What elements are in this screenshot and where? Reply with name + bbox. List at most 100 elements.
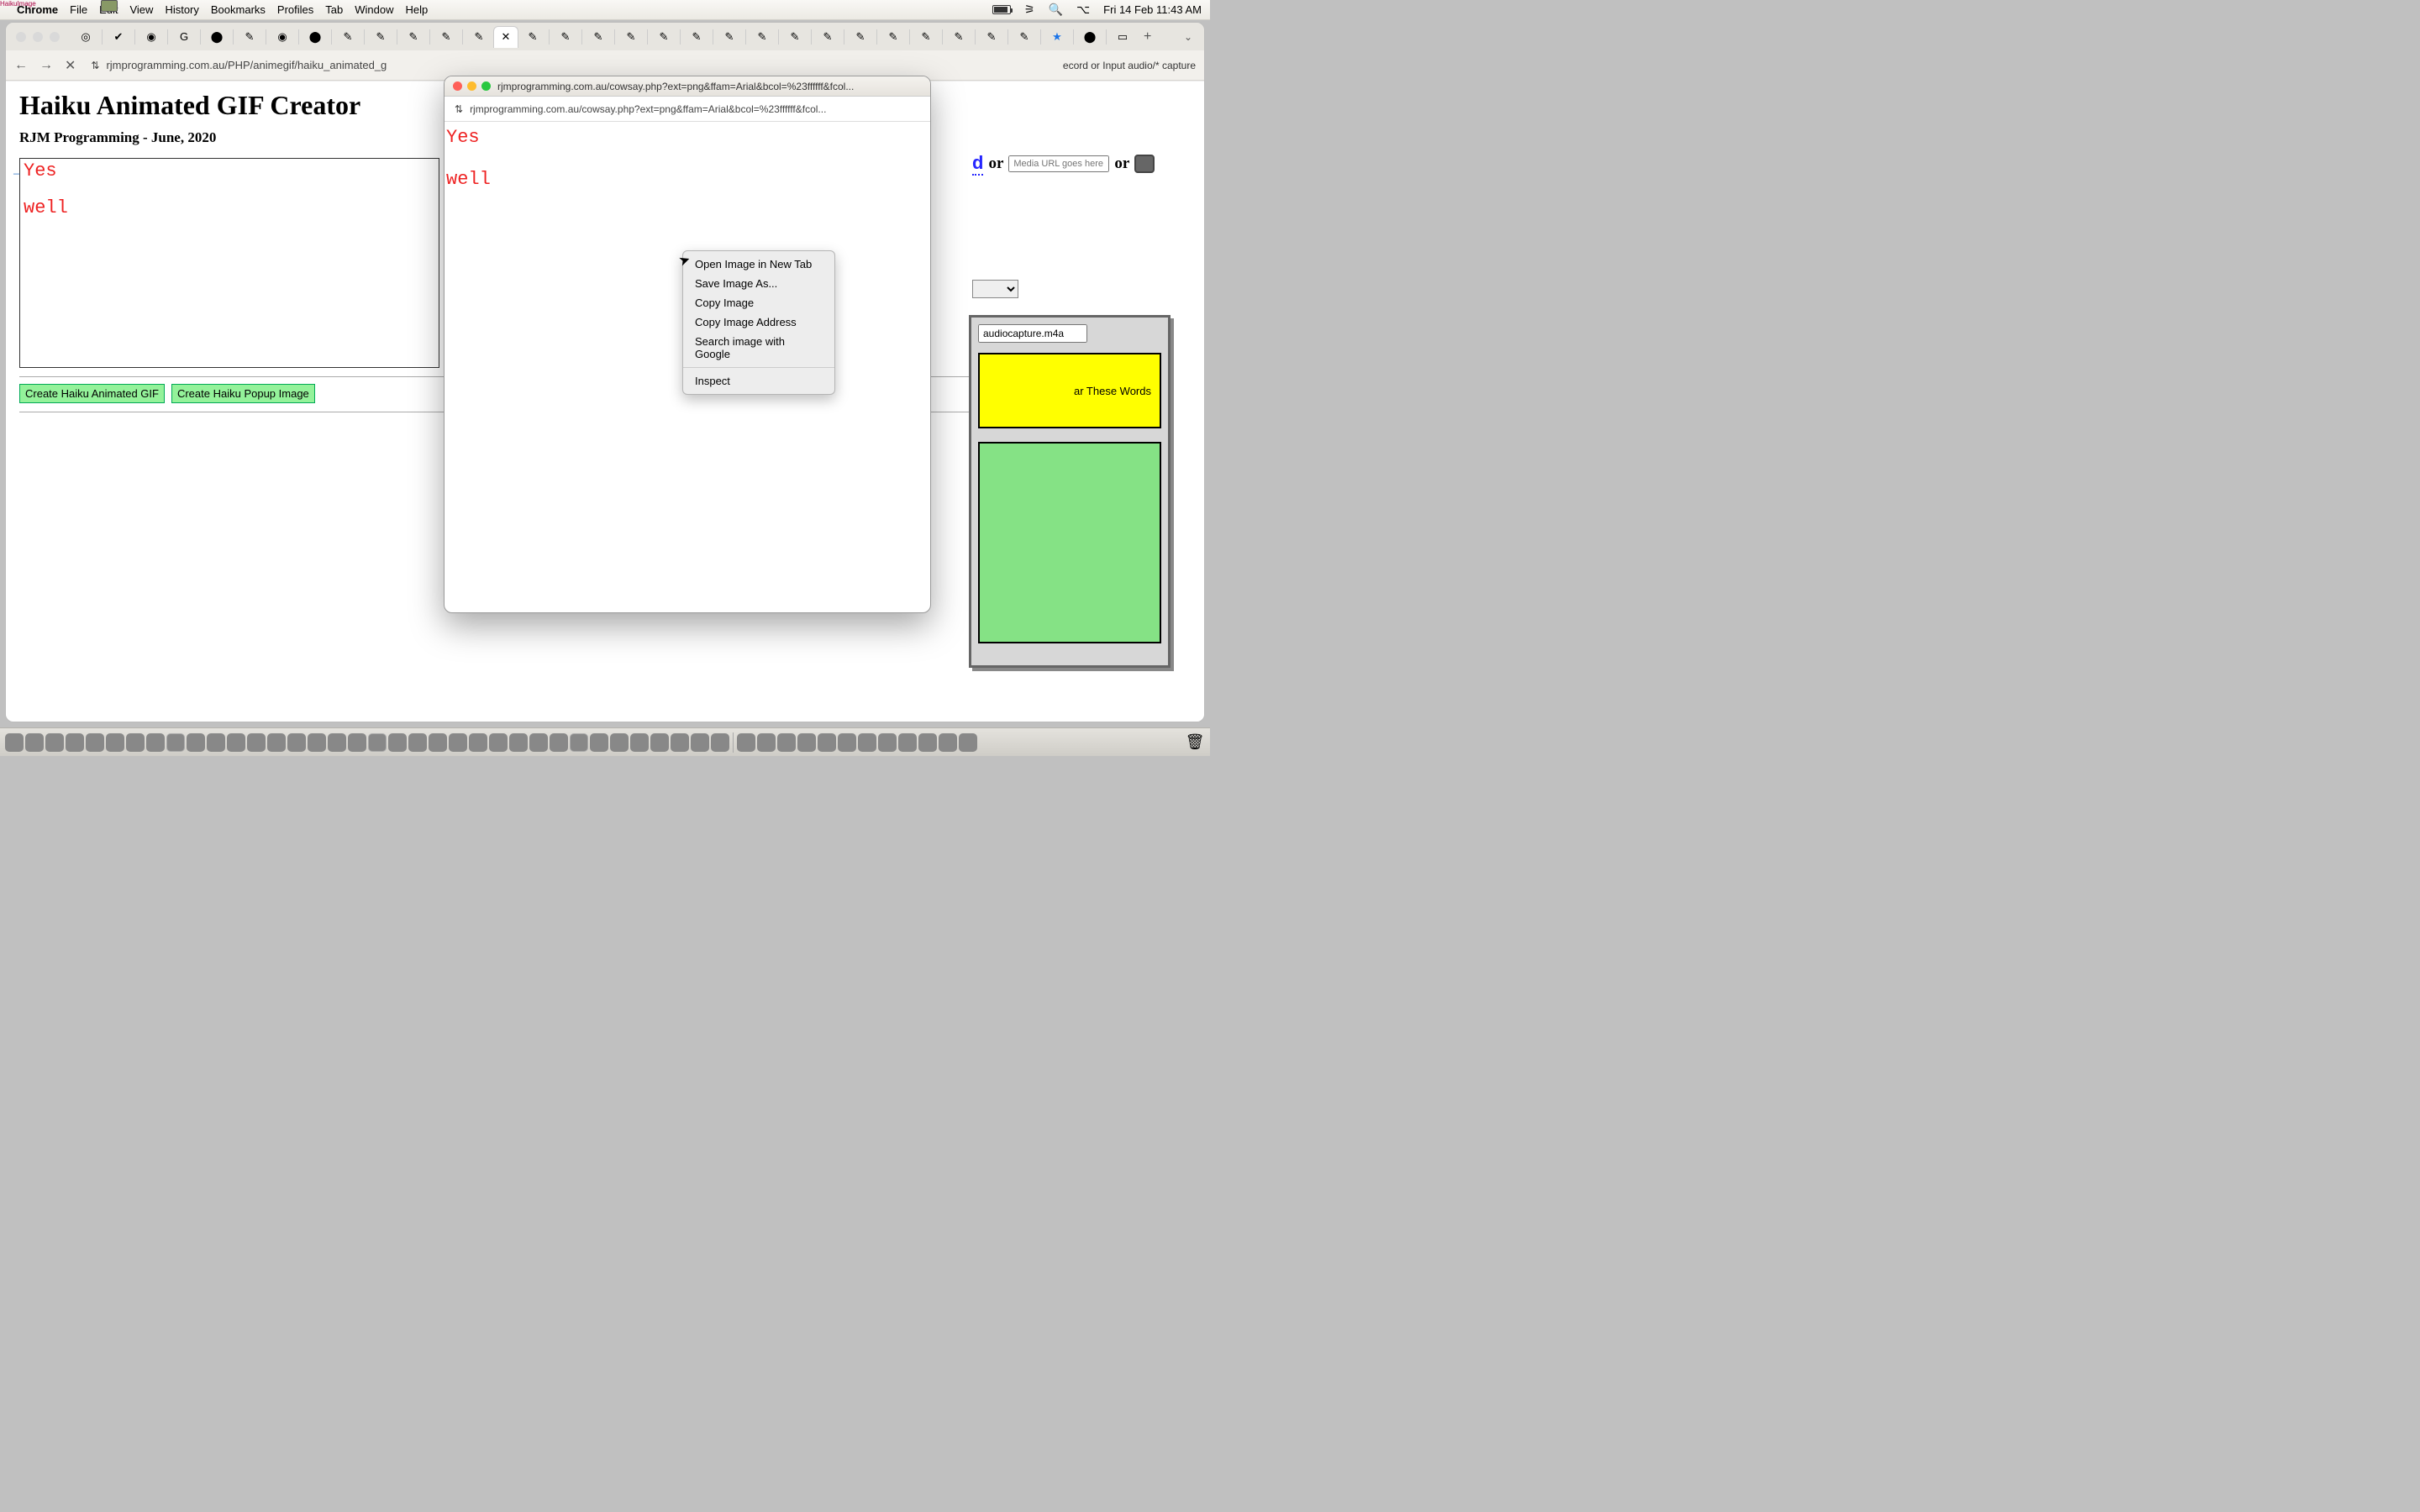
dock-app-icon[interactable]	[898, 733, 917, 752]
tab-item[interactable]: ✔︎	[106, 26, 131, 48]
context-save-image[interactable]: Save Image As...	[683, 274, 834, 293]
menu-view[interactable]: View	[129, 3, 153, 16]
dock-app-icon[interactable]	[429, 733, 447, 752]
media-url-input[interactable]	[1008, 155, 1109, 172]
tab-item[interactable]: ✎	[750, 26, 775, 48]
dock-app-icon[interactable]	[489, 733, 508, 752]
tab-item[interactable]: ✎	[815, 26, 840, 48]
dock-app-icon[interactable]	[711, 733, 729, 752]
menu-bookmarks[interactable]: Bookmarks	[211, 3, 266, 16]
context-search-google[interactable]: Search image with Google	[683, 332, 834, 364]
menu-tab[interactable]: Tab	[325, 3, 343, 16]
tab-item[interactable]: ✎	[848, 26, 873, 48]
dock-app-icon[interactable]	[529, 733, 548, 752]
dock-app-icon[interactable]	[610, 733, 629, 752]
tab-item[interactable]: ◉	[270, 26, 295, 48]
dock-app-icon[interactable]	[126, 733, 145, 752]
battery-icon[interactable]	[992, 5, 1011, 14]
dock-app-icon[interactable]	[408, 733, 427, 752]
tab-item-active[interactable]: ✕	[493, 26, 518, 48]
close-window-icon[interactable]	[16, 32, 26, 42]
tab-item[interactable]: ✎	[782, 26, 808, 48]
minimize-window-icon[interactable]	[33, 32, 43, 42]
dock-app-icon[interactable]	[45, 733, 64, 752]
site-info-icon[interactable]: ⇅	[455, 103, 463, 115]
tv-icon[interactable]	[1134, 155, 1155, 173]
tab-item[interactable]: ✎	[1012, 26, 1037, 48]
forward-button-icon[interactable]: →	[39, 58, 53, 73]
window-controls[interactable]	[6, 32, 70, 42]
dock-app-icon[interactable]	[66, 733, 84, 752]
tab-item[interactable]: ✎	[237, 26, 262, 48]
dock-app-icon[interactable]	[630, 733, 649, 752]
dock-app-icon[interactable]	[166, 733, 185, 752]
tab-item[interactable]: ✎	[946, 26, 971, 48]
dock-app-icon[interactable]	[368, 733, 387, 752]
filename-input[interactable]	[978, 324, 1087, 343]
tab-item[interactable]: ✎	[434, 26, 459, 48]
green-panel[interactable]	[978, 442, 1161, 643]
dock-app-icon[interactable]	[570, 733, 588, 752]
tab-item[interactable]: ▭	[1110, 26, 1135, 48]
dock-app-icon[interactable]	[207, 733, 225, 752]
dock-app-icon[interactable]	[671, 733, 689, 752]
dock-finder-icon[interactable]	[5, 733, 24, 752]
create-popup-image-button[interactable]: Create Haiku Popup Image	[171, 384, 315, 403]
tab-item[interactable]: ⬤	[204, 26, 229, 48]
dock-app-icon[interactable]	[777, 733, 796, 752]
menu-help[interactable]: Help	[406, 3, 429, 16]
dock-app-icon[interactable]	[25, 733, 44, 752]
zoom-window-icon[interactable]	[50, 32, 60, 42]
popup-close-icon[interactable]	[453, 81, 462, 91]
tab-item[interactable]: ◎	[73, 26, 98, 48]
dock-app-icon[interactable]	[737, 733, 755, 752]
dock-app-icon[interactable]	[469, 733, 487, 752]
back-button-icon[interactable]: ←	[14, 58, 28, 73]
address-bar[interactable]: ⇅ rjmprogramming.com.au/PHP/animegif/hai…	[87, 55, 1050, 76]
dock-app-icon[interactable]	[267, 733, 286, 752]
dock-app-icon[interactable]	[650, 733, 669, 752]
haiku-textarea[interactable]: — Yes well	[19, 158, 439, 368]
dock-app-icon[interactable]	[757, 733, 776, 752]
control-center-icon[interactable]: ⌥	[1076, 3, 1090, 17]
menu-file[interactable]: File	[70, 3, 87, 16]
popup-minimize-icon[interactable]	[467, 81, 476, 91]
tab-item[interactable]: ✎	[881, 26, 906, 48]
site-info-icon[interactable]: ⇅	[91, 60, 99, 71]
link-fragment[interactable]: d	[972, 152, 983, 176]
new-tab-button[interactable]: +	[1137, 29, 1158, 45]
tab-item-bookmark[interactable]: ★	[1044, 26, 1070, 48]
wifi-icon[interactable]: ⚞	[1024, 3, 1035, 17]
dock-app-icon[interactable]	[691, 733, 709, 752]
tab-item[interactable]: ✎	[335, 26, 360, 48]
tab-item[interactable]: ✎	[979, 26, 1004, 48]
menu-history[interactable]: History	[165, 3, 198, 16]
dock-app-icon[interactable]	[388, 733, 407, 752]
tab-item[interactable]: ◉	[139, 26, 164, 48]
dock-app-icon[interactable]	[106, 733, 124, 752]
dock-app-icon[interactable]	[227, 733, 245, 752]
tab-item[interactable]: ⬤	[1077, 26, 1102, 48]
dock-app-icon[interactable]	[328, 733, 346, 752]
popup-zoom-icon[interactable]	[481, 81, 491, 91]
tab-item[interactable]: ✎	[368, 26, 393, 48]
dock-app-icon[interactable]	[939, 733, 957, 752]
dock-app-icon[interactable]	[838, 733, 856, 752]
tab-item[interactable]: ✎	[717, 26, 742, 48]
context-copy-address[interactable]: Copy Image Address	[683, 312, 834, 332]
dropdown-select[interactable]	[972, 280, 1018, 298]
context-inspect[interactable]: Inspect	[683, 371, 834, 391]
trash-icon[interactable]: 🗑	[1185, 732, 1205, 753]
tab-item[interactable]: G	[171, 26, 197, 48]
dock-app-icon[interactable]	[287, 733, 306, 752]
tab-item[interactable]: ✎	[586, 26, 611, 48]
dock-app-icon[interactable]	[818, 733, 836, 752]
popup-titlebar[interactable]: rjmprogramming.com.au/cowsay.php?ext=png…	[445, 76, 930, 97]
menubar-clock[interactable]: Fri 14 Feb 11:43 AM	[1103, 3, 1202, 16]
menu-window[interactable]: Window	[355, 3, 393, 16]
tab-item[interactable]: ✎	[913, 26, 939, 48]
dock-app-icon[interactable]	[348, 733, 366, 752]
context-copy-image[interactable]: Copy Image	[683, 293, 834, 312]
tab-item[interactable]: ✎	[401, 26, 426, 48]
popup-body[interactable]: Yes well	[445, 122, 930, 195]
